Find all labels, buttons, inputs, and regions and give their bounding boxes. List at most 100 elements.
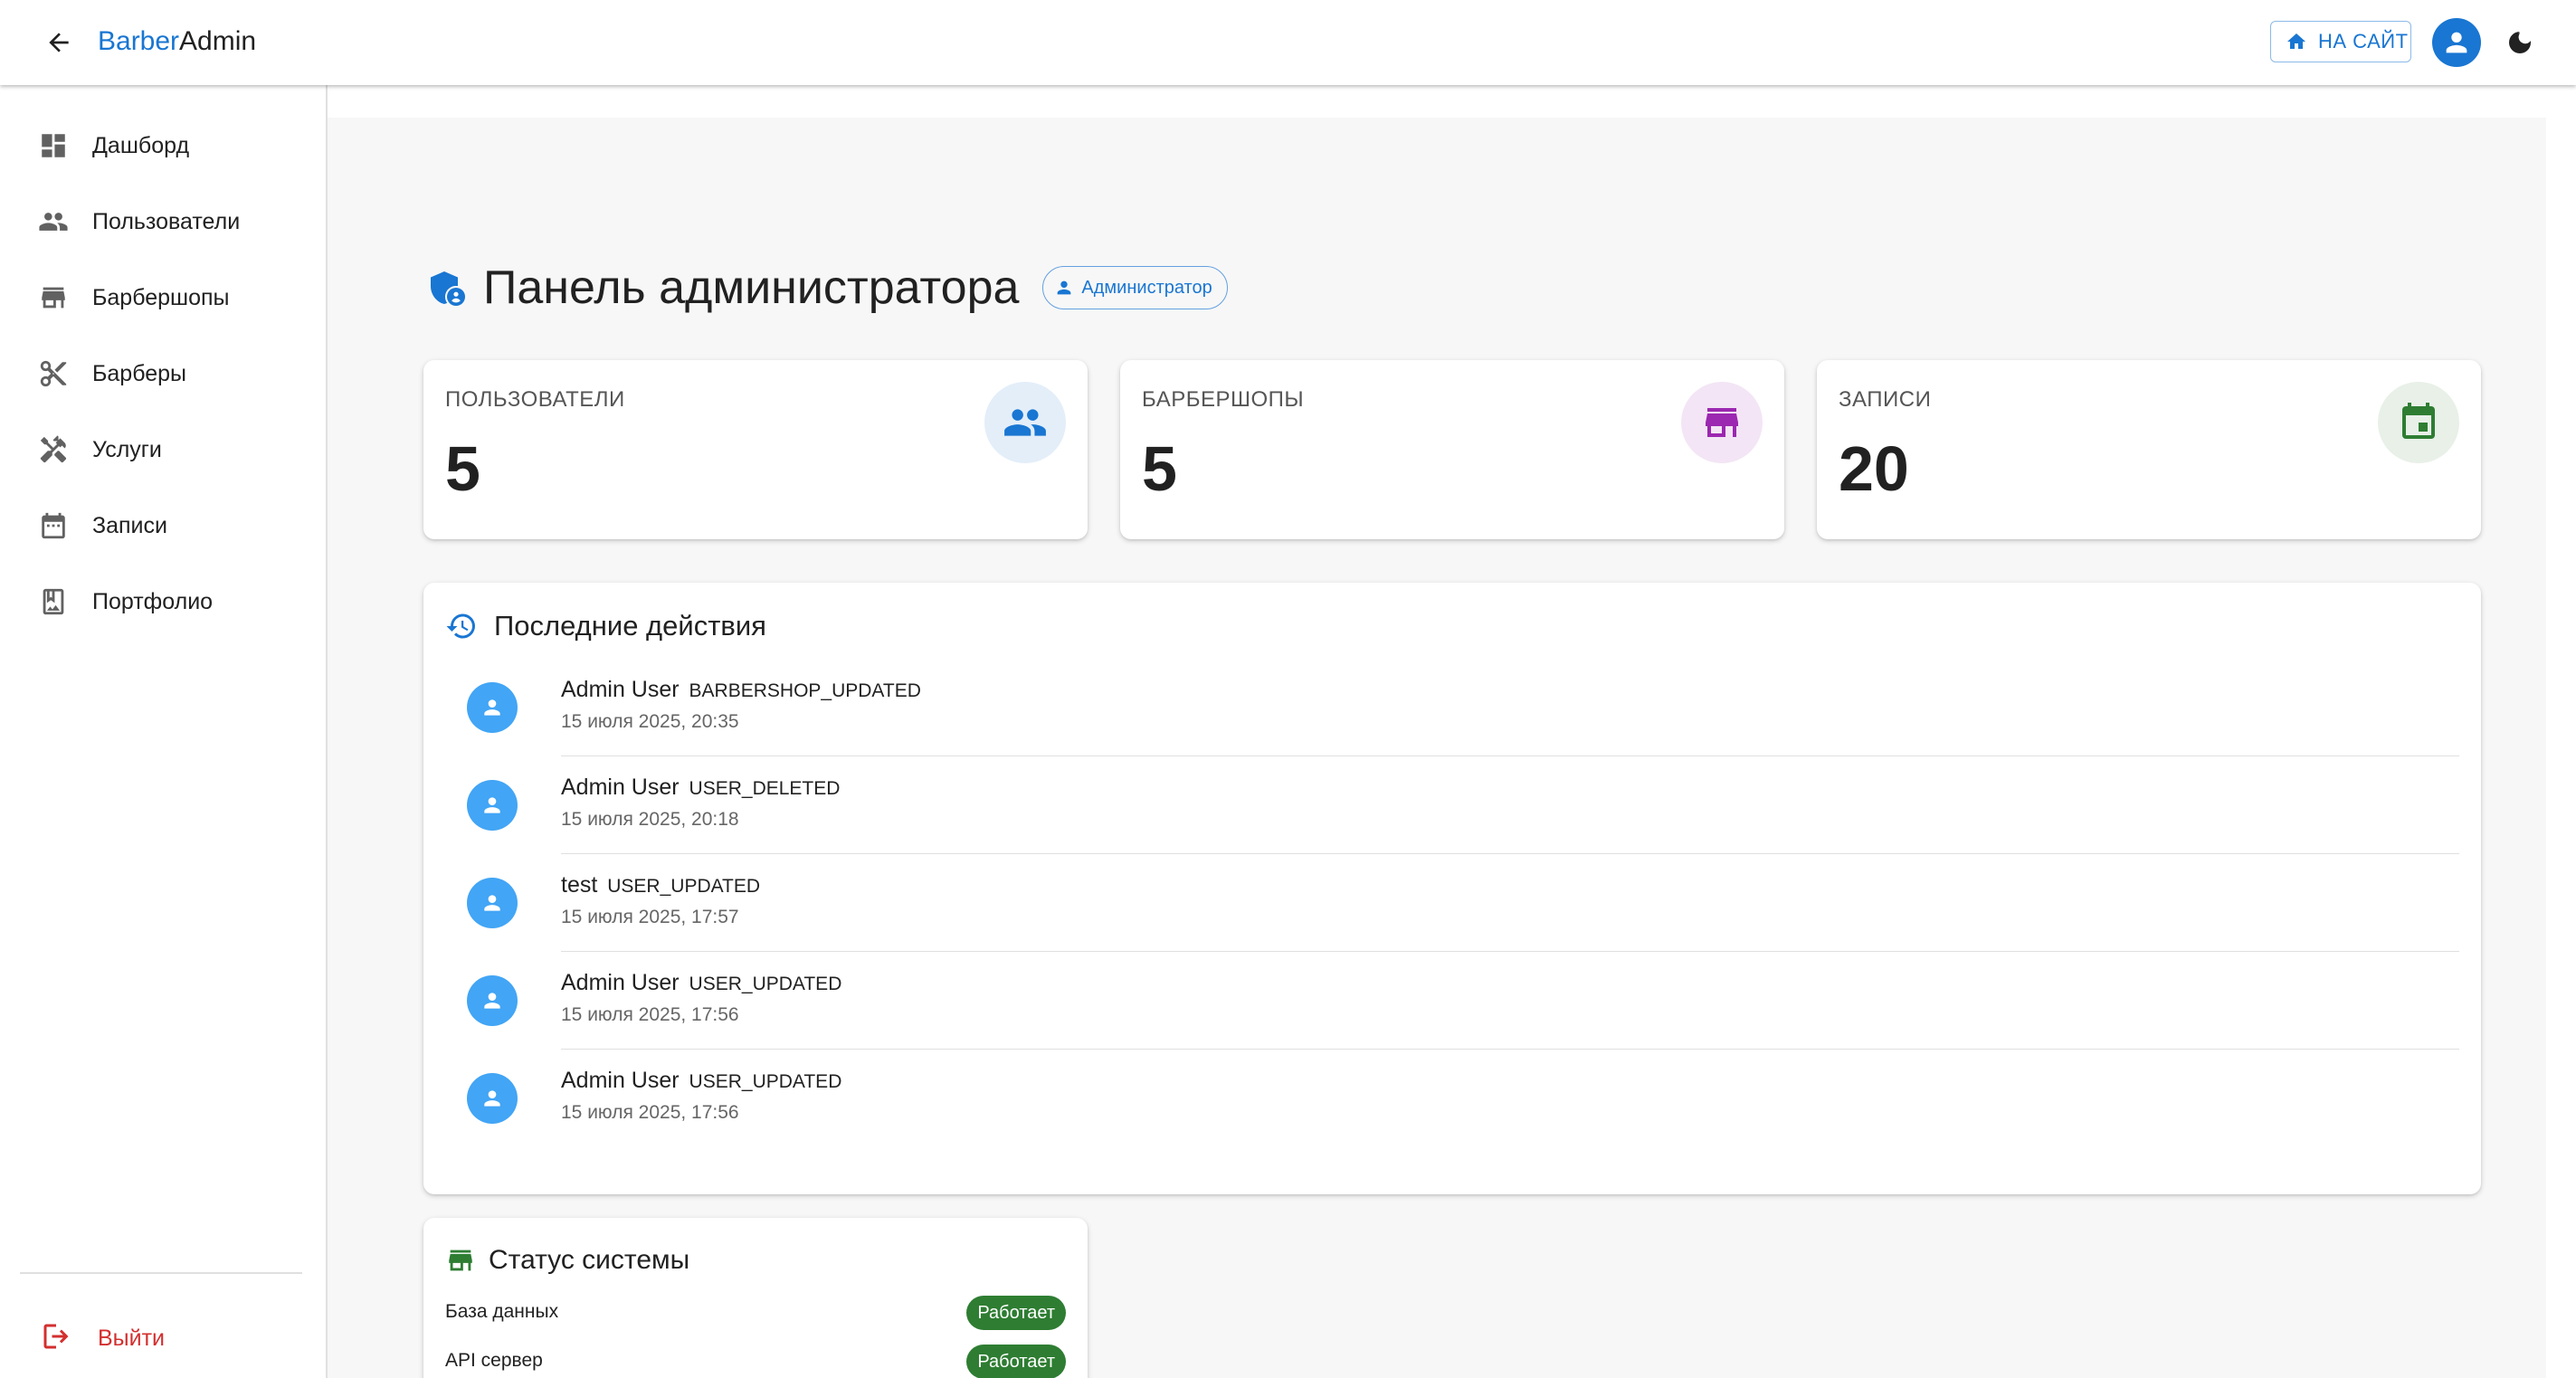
activity-item: test USER_UPDATED 15 июля 2025, 17:57: [467, 854, 2459, 952]
stat-label: ПОЛЬЗОВАТЕЛИ: [445, 387, 625, 412]
stat-card-users: ПОЛЬЗОВАТЕЛИ 5: [423, 360, 1088, 539]
scissors-icon: [38, 358, 69, 389]
recent-activity-header: Последние действия: [445, 610, 766, 642]
sidebar-item-services[interactable]: Услуги: [0, 416, 326, 483]
avatar: [467, 682, 518, 733]
person-icon: [484, 895, 500, 911]
sidebar-item-label: Дашборд: [92, 132, 190, 158]
activity-time: 15 июля 2025, 20:35: [561, 711, 739, 732]
activity-time: 15 июля 2025, 17:56: [561, 1102, 739, 1123]
sidebar: Дашборд Пользователи Барбершопы Барберы …: [0, 85, 328, 1378]
recent-activity-card: Последние действия Admin User BARBERSHOP…: [423, 583, 2481, 1194]
activity-action: USER_UPDATED: [689, 1071, 842, 1092]
status-row-api: API сервер Работает: [445, 1345, 1066, 1378]
activity-item: Admin User USER_DELETED 15 июля 2025, 20…: [467, 756, 2459, 854]
activity-action: USER_DELETED: [689, 778, 841, 799]
page-title: Панель администратора: [483, 261, 1020, 314]
portfolio-icon: [38, 586, 69, 617]
sidebar-item-label: Записи: [92, 512, 167, 538]
status-badge: Работает: [966, 1296, 1066, 1330]
activity-item: Admin User USER_UPDATED 15 июля 2025, 17…: [467, 952, 2459, 1050]
role-chip-label: Администратор: [1081, 277, 1212, 298]
system-status-card: Статус системы База данных Работает API …: [423, 1218, 1088, 1378]
sidebar-item-bookings[interactable]: Записи: [0, 492, 326, 559]
arrow-back-icon: [49, 33, 69, 52]
sidebar-item-barbershops[interactable]: Барбершопы: [0, 264, 326, 331]
people-icon: [38, 206, 69, 237]
back-button[interactable]: [36, 20, 81, 65]
logout-button[interactable]: Выйти: [0, 1307, 326, 1370]
stat-card-bookings: ЗАПИСИ 20: [1817, 360, 2481, 539]
store-icon: [38, 282, 69, 313]
home-icon: [2287, 33, 2305, 49]
system-status-title: Статус системы: [489, 1245, 690, 1275]
activity-time: 15 июля 2025, 17:57: [561, 907, 739, 927]
activity-user: Admin User: [561, 677, 680, 702]
sidebar-divider: [20, 1272, 302, 1274]
recent-activity-title: Последние действия: [494, 610, 766, 641]
stat-value: 20: [1839, 433, 1909, 504]
role-chip: Администратор: [1042, 266, 1228, 309]
theme-toggle-button[interactable]: [2499, 22, 2541, 63]
activity-user: Admin User: [561, 775, 680, 800]
stat-value: 5: [1142, 433, 1177, 504]
store-icon: [449, 1250, 472, 1271]
logout-label: Выйти: [98, 1325, 166, 1351]
sidebar-item-dashboard[interactable]: Дашборд: [0, 112, 326, 179]
app-bar: BarberAdmin НА САЙТ: [0, 0, 2576, 85]
people-icon: [984, 382, 1066, 463]
stat-card-barbershops: БАРБЕРШОПЫ 5: [1120, 360, 1784, 539]
sidebar-item-users[interactable]: Пользователи: [0, 188, 326, 255]
history-icon: [446, 613, 475, 639]
stat-label: ЗАПИСИ: [1839, 387, 1932, 412]
person-icon: [484, 993, 500, 1009]
status-row-database: База данных Работает: [445, 1296, 1066, 1332]
activity-action: BARBERSHOP_UPDATED: [689, 680, 921, 701]
sidebar-item-label: Барберы: [92, 360, 187, 386]
calendar-icon: [2378, 382, 2459, 463]
dashboard-icon: [38, 130, 69, 161]
calendar-icon: [38, 510, 69, 541]
admin-shield-icon: [425, 266, 469, 309]
moon-icon: [2509, 32, 2531, 53]
brand-logo[interactable]: BarberAdmin: [98, 24, 256, 60]
stat-value: 5: [445, 433, 480, 504]
tools-icon: [38, 434, 69, 465]
activity-action: USER_UPDATED: [689, 974, 842, 994]
sidebar-item-label: Барбершопы: [92, 284, 230, 310]
person-icon: [484, 1090, 500, 1107]
person-icon: [484, 699, 500, 716]
activity-action: USER_UPDATED: [607, 876, 761, 897]
page-header: Панель администратора Администратор: [425, 255, 1228, 320]
store-icon: [1681, 382, 1763, 463]
go-to-site-button[interactable]: НА САЙТ: [2270, 21, 2411, 62]
system-status-header: Статус системы: [445, 1245, 689, 1276]
sidebar-item-label: Портфолио: [92, 588, 214, 614]
avatar: [467, 975, 518, 1026]
person-icon: [484, 797, 500, 813]
brand-part2: Admin: [179, 26, 257, 56]
sidebar-item-label: Услуги: [92, 436, 162, 462]
brand-part1: Barber: [98, 26, 180, 56]
status-badge: Работает: [966, 1345, 1066, 1378]
user-avatar-button[interactable]: [2432, 18, 2481, 67]
avatar: [467, 878, 518, 928]
status-name: API сервер: [445, 1350, 543, 1371]
avatar: [467, 1073, 518, 1124]
activity-item: Admin User USER_UPDATED 15 июля 2025, 17…: [467, 1050, 2459, 1147]
activity-time: 15 июля 2025, 17:56: [561, 1004, 739, 1025]
sidebar-item-portfolio[interactable]: Портфолио: [0, 568, 326, 635]
go-to-site-label: НА САЙТ: [2318, 30, 2409, 52]
activity-item: Admin User BARBERSHOP_UPDATED 15 июля 20…: [467, 659, 2459, 756]
status-name: База данных: [445, 1301, 559, 1322]
activity-time: 15 июля 2025, 20:18: [561, 809, 739, 830]
avatar: [467, 780, 518, 831]
sidebar-item-barbers[interactable]: Барберы: [0, 340, 326, 407]
stat-label: БАРБЕРШОПЫ: [1142, 387, 1305, 412]
sidebar-item-label: Пользователи: [92, 208, 241, 234]
activity-user: Admin User: [561, 1068, 680, 1093]
activity-user: test: [561, 872, 598, 898]
person-icon: [2446, 32, 2467, 53]
activity-user: Admin User: [561, 970, 680, 995]
logout-icon: [40, 1320, 72, 1357]
